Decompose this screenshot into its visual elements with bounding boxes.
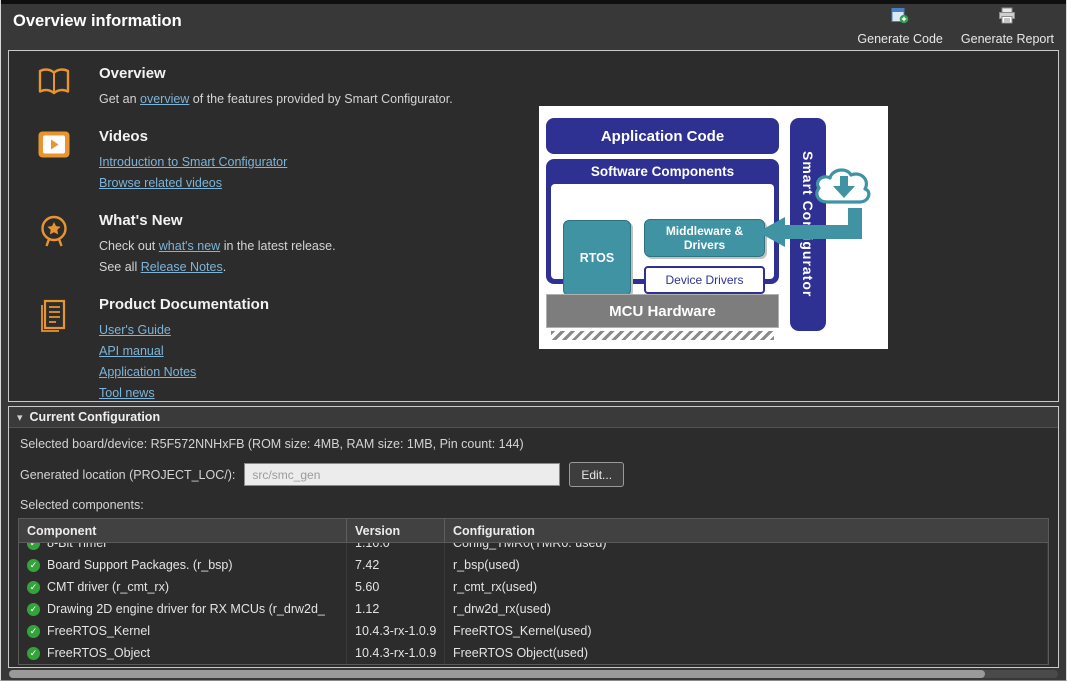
smart-configurator-window: Overview information Generate Code xyxy=(0,0,1067,681)
component-check-icon: ✓ xyxy=(27,647,40,660)
edit-button[interactable]: Edit... xyxy=(569,462,624,487)
section-videos: Videos Introduction to Smart Configurato… xyxy=(29,128,529,194)
overview-heading: Overview xyxy=(99,65,453,82)
section-product-documentation: Product Documentation User's Guide API m… xyxy=(29,296,529,404)
page-title: Overview information xyxy=(13,4,182,50)
diagram-mcu-pins xyxy=(551,331,774,340)
release-notes-link[interactable]: Release Notes xyxy=(141,260,223,274)
whats-new-line2: See all Release Notes. xyxy=(99,257,336,278)
table-row[interactable]: ✓Board Support Packages. (r_bsp) 7.42 r_… xyxy=(19,554,1048,576)
current-configuration-panel: ▾ Current Configuration Selected board/d… xyxy=(8,406,1059,668)
component-check-icon: ✓ xyxy=(27,581,40,594)
column-header-component[interactable]: Component xyxy=(19,519,347,542)
generate-code-button[interactable]: Generate Code xyxy=(857,7,942,46)
whats-new-line2-post: . xyxy=(223,260,226,274)
overview-text-pre: Get an xyxy=(99,92,140,106)
videos-icon xyxy=(37,130,73,194)
whats-new-heading: What's New xyxy=(99,212,336,229)
table-row[interactable]: ✓Drawing 2D engine driver for RX MCUs (r… xyxy=(19,598,1048,620)
whats-new-seal-icon xyxy=(37,214,73,278)
product-documentation-heading: Product Documentation xyxy=(99,296,269,313)
horizontal-scrollbar[interactable] xyxy=(9,670,1058,678)
current-configuration-title: Current Configuration xyxy=(30,410,161,424)
component-check-icon: ✓ xyxy=(27,543,40,550)
tool-news-link[interactable]: Tool news xyxy=(99,386,155,400)
generated-location-row: Generated location (PROJECT_LOC/): Edit.… xyxy=(20,462,1049,487)
whats-new-link[interactable]: what's new xyxy=(159,239,220,253)
overview-sections: Overview Get an overview of the features… xyxy=(9,51,529,422)
overview-link[interactable]: overview xyxy=(140,92,189,106)
whats-new-line1: Check out what's new in the latest relea… xyxy=(99,236,336,257)
users-guide-link[interactable]: User's Guide xyxy=(99,323,171,337)
column-header-version[interactable]: Version xyxy=(347,519,445,542)
whats-new-line1-pre: Check out xyxy=(99,239,159,253)
toolbar-actions: Generate Code Generate Report xyxy=(857,4,1054,50)
whats-new-line1-post: in the latest release. xyxy=(220,239,335,253)
column-header-configuration[interactable]: Configuration xyxy=(445,519,1048,542)
generate-report-icon xyxy=(998,7,1016,29)
videos-browse-link[interactable]: Browse related videos xyxy=(99,176,222,190)
diagram-application-code: Application Code xyxy=(546,118,779,154)
documents-icon xyxy=(37,298,73,404)
api-manual-link[interactable]: API manual xyxy=(99,344,164,358)
book-icon xyxy=(37,67,73,110)
configurator-arrow-icon xyxy=(753,206,869,259)
diagram-software-components: Software Components RTOS Middleware & Dr… xyxy=(546,159,779,284)
architecture-diagram: Application Code Smart Configurator Soft… xyxy=(539,106,888,349)
table-row[interactable]: ✓8-Bit Timer 1.10.0 Config_TMR0(TMR0: us… xyxy=(19,543,1048,554)
whats-new-line2-pre: See all xyxy=(99,260,141,274)
component-check-icon: ✓ xyxy=(27,603,40,616)
diagram-software-components-inner: RTOS Middleware & Drivers Device Drivers xyxy=(551,184,774,279)
table-row[interactable]: ✓FreeRTOS_Kernel 10.4.3-rx-1.0.9 FreeRTO… xyxy=(19,620,1048,642)
generate-report-button[interactable]: Generate Report xyxy=(961,7,1054,46)
current-configuration-body: Selected board/device: R5F572NNHxFB (ROM… xyxy=(9,437,1058,665)
table-row[interactable]: ✓FreeRTOS_Object 10.4.3-rx-1.0.9 FreeRTO… xyxy=(19,642,1048,664)
component-check-icon: ✓ xyxy=(27,559,40,572)
section-whats-new: What's New Check out what's new in the l… xyxy=(29,212,529,278)
generated-location-input[interactable] xyxy=(244,463,560,486)
diagram-middleware-drivers: Middleware & Drivers xyxy=(644,219,765,257)
section-overview: Overview Get an overview of the features… xyxy=(29,65,529,110)
components-table: Component Version Configuration ✓8-Bit T… xyxy=(18,518,1049,665)
application-notes-link[interactable]: Application Notes xyxy=(99,365,196,379)
selected-board-device-line: Selected board/device: R5F572NNHxFB (ROM… xyxy=(20,437,1049,451)
titlebar: Overview information Generate Code xyxy=(1,4,1066,50)
videos-intro-link[interactable]: Introduction to Smart Configurator xyxy=(99,155,287,169)
videos-heading: Videos xyxy=(99,128,287,145)
diagram-mcu-hardware: MCU Hardware xyxy=(546,294,779,328)
diagram-software-components-title: Software Components xyxy=(546,159,779,184)
components-table-header: Component Version Configuration xyxy=(19,519,1048,543)
overview-panel: Overview Get an overview of the features… xyxy=(8,50,1059,402)
components-table-body: ✓8-Bit Timer 1.10.0 Config_TMR0(TMR0: us… xyxy=(19,543,1048,664)
diagram-device-drivers: Device Drivers xyxy=(644,266,765,294)
generate-report-label: Generate Report xyxy=(961,32,1054,46)
horizontal-scrollbar-thumb[interactable] xyxy=(9,670,985,678)
diagram-rtos: RTOS xyxy=(563,220,631,296)
table-row[interactable]: ✓CMT driver (r_cmt_rx) 5.60 r_cmt_rx(use… xyxy=(19,576,1048,598)
overview-text-post: of the features provided by Smart Config… xyxy=(189,92,452,106)
current-configuration-header[interactable]: ▾ Current Configuration xyxy=(9,407,1058,428)
generate-code-icon xyxy=(891,7,909,29)
generate-code-label: Generate Code xyxy=(857,32,942,46)
overview-text: Get an overview of the features provided… xyxy=(99,89,453,110)
selected-components-label: Selected components: xyxy=(20,498,1049,512)
collapse-triangle-icon: ▾ xyxy=(17,411,23,424)
generated-location-label: Generated location (PROJECT_LOC/): xyxy=(20,468,235,482)
component-check-icon: ✓ xyxy=(27,625,40,638)
